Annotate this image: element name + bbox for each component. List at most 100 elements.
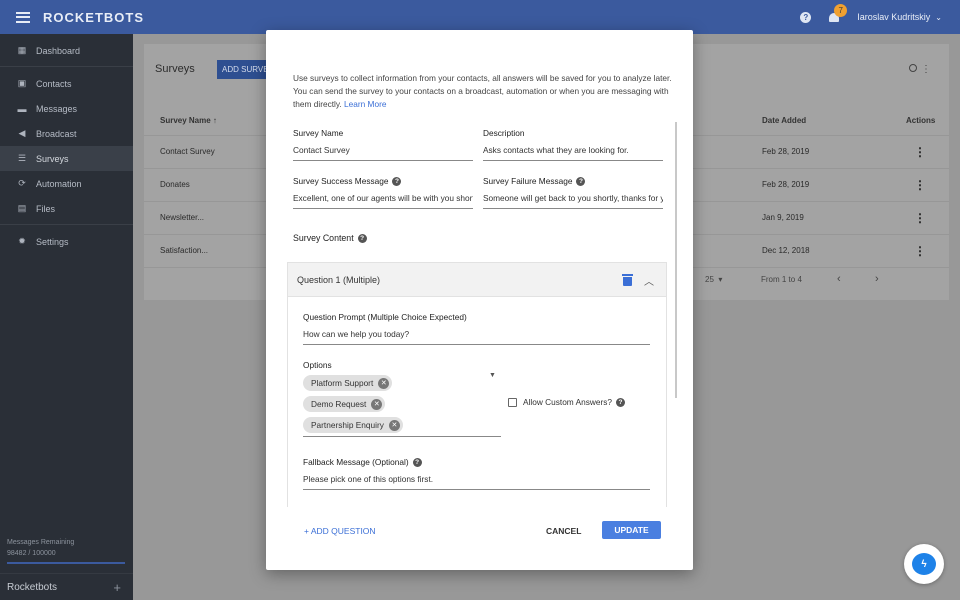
row-actions-icon[interactable]: ⋮: [914, 244, 926, 258]
remaining-label: Messages Remaining: [7, 539, 75, 546]
contacts-icon: ▣: [17, 78, 27, 88]
cancel-button[interactable]: CANCEL: [546, 526, 581, 536]
sidebar-item-files[interactable]: ▤ Files: [0, 196, 133, 221]
sidebar-item-label: Surveys: [36, 153, 69, 164]
rows-per-page-value: 25: [705, 275, 714, 284]
messages-icon: ▬: [17, 103, 27, 114]
rows-per-page-select[interactable]: 25 ▾: [705, 275, 722, 284]
success-message-field[interactable]: Survey Success Message? Excellent, one o…: [293, 176, 473, 209]
survey-name-cell: Contact Survey: [160, 147, 215, 156]
sidebar-item-settings[interactable]: ✹ Settings: [0, 229, 133, 254]
option-chip-label: Partnership Enquiry: [311, 420, 384, 430]
column-header-date[interactable]: Date Added: [762, 116, 806, 125]
delete-icon[interactable]: [622, 274, 633, 286]
column-header-actions: Actions: [906, 116, 936, 125]
next-page-icon[interactable]: ›: [875, 273, 879, 285]
allow-custom-answers-checkbox[interactable]: Allow Custom Answers? ?: [508, 397, 625, 407]
options-label: Options: [303, 360, 332, 370]
question-title: Question 1 (Multiple): [297, 274, 381, 285]
help-icon[interactable]: ?: [392, 176, 402, 186]
user-name[interactable]: Iaroslav Kudritskiy: [857, 12, 930, 22]
failure-message-input[interactable]: Someone will get back to you shortly, th…: [483, 193, 663, 209]
question-prompt-label: Question Prompt (Multiple Choice Expecte…: [303, 312, 467, 322]
option-chip[interactable]: Partnership Enquiry ✕: [303, 417, 403, 433]
sidebar-item-dashboard[interactable]: ▦ Dashboard: [0, 38, 133, 63]
help-icon[interactable]: ?: [412, 457, 422, 467]
options-label-wrap: Options: [303, 360, 332, 370]
sidebar-item-broadcast[interactable]: ◀ Broadcast: [0, 121, 133, 146]
files-icon: ▤: [17, 203, 27, 213]
fallback-message-label: Fallback Message (Optional): [303, 457, 409, 467]
option-chip[interactable]: Demo Request ✕: [303, 396, 386, 412]
edit-survey-dialog: Use surveys to collect information from …: [266, 30, 693, 570]
description-field[interactable]: Description Asks contacts what they are …: [483, 128, 663, 161]
menu-icon[interactable]: [16, 11, 30, 23]
remove-chip-icon[interactable]: ✕: [378, 377, 390, 389]
learn-more-link[interactable]: Learn More: [344, 99, 386, 109]
help-icon[interactable]: ?: [576, 176, 586, 186]
update-button[interactable]: UPDATE: [602, 521, 661, 539]
description-input[interactable]: Asks contacts what they are looking for.: [483, 145, 663, 161]
broadcast-icon: ◀: [18, 128, 26, 138]
more-options-icon[interactable]: ⋮: [921, 64, 931, 75]
dialog-intro: Use surveys to collect information from …: [293, 72, 673, 111]
workspace-switcher[interactable]: Rocketbots +: [0, 573, 133, 600]
settings-icon: ✹: [18, 236, 26, 246]
help-icon[interactable]: ?: [616, 397, 625, 407]
sidebar-item-contacts[interactable]: ▣ Contacts: [0, 71, 133, 96]
question-prompt-input[interactable]: How can we help you today?: [303, 329, 650, 345]
messenger-chat-button[interactable]: ϟ: [904, 544, 944, 584]
dashboard-icon: ▦: [17, 45, 27, 55]
chevron-down-icon[interactable]: ⌄: [935, 13, 942, 22]
allow-custom-answers-label: Allow Custom Answers?: [523, 397, 612, 407]
date-cell: Feb 28, 2019: [762, 180, 810, 189]
fallback-message-input[interactable]: Please pick one of this options first.: [303, 474, 650, 490]
survey-name-label: Survey Name: [293, 128, 344, 138]
help-icon[interactable]: ?: [357, 233, 367, 243]
sidebar-item-label: Broadcast: [36, 128, 77, 139]
remove-chip-icon[interactable]: ✕: [388, 419, 400, 431]
prev-page-icon[interactable]: ‹: [837, 273, 841, 285]
sidebar-item-surveys[interactable]: ☰ Surveys: [0, 146, 133, 171]
survey-name-input[interactable]: Contact Survey: [293, 145, 473, 161]
sidebar-item-label: Automation: [36, 178, 82, 189]
sidebar-item-messages[interactable]: ▬ Messages: [0, 96, 133, 121]
date-cell: Jan 9, 2019: [762, 213, 804, 222]
notifications-bell-icon[interactable]: 7: [828, 4, 848, 23]
row-actions-icon[interactable]: ⋮: [914, 145, 926, 159]
question-header[interactable]: Question 1 (Multiple) ︿: [288, 263, 666, 297]
row-actions-icon[interactable]: ⋮: [914, 211, 926, 225]
sidebar-item-automation[interactable]: ⟳ Automation: [0, 171, 133, 196]
add-question-button[interactable]: + ADD QUESTION: [304, 526, 376, 536]
sidebar-item-label: Contacts: [36, 78, 72, 89]
checkbox-icon[interactable]: [508, 397, 517, 407]
help-icon[interactable]: ?: [800, 11, 812, 23]
row-actions-icon[interactable]: ⋮: [914, 178, 926, 192]
failure-message-label: Survey Failure Message: [483, 176, 573, 186]
sidebar-item-label: Files: [36, 203, 56, 214]
brand-logo: ROCKETBOTS: [43, 9, 144, 25]
dialog-scrollbar[interactable]: [675, 122, 677, 398]
survey-content-label: Survey Content: [293, 233, 354, 243]
survey-name-cell: Newsletter...: [160, 213, 205, 222]
options-select[interactable]: Platform Support ✕ Demo Request ✕ Partne…: [303, 375, 501, 437]
fallback-message-field[interactable]: Fallback Message (Optional)? Please pick…: [303, 457, 650, 490]
question-panel: Question 1 (Multiple) ︿ Question Prompt …: [287, 262, 667, 507]
column-header-name[interactable]: Survey Name ↑: [160, 116, 217, 125]
chevron-up-icon[interactable]: ︿: [644, 273, 654, 288]
top-bar: ROCKETBOTS ? 7 Iaroslav Kudritskiy ⌄: [0, 0, 960, 34]
failure-message-field[interactable]: Survey Failure Message? Someone will get…: [483, 176, 663, 209]
question-prompt-field[interactable]: Question Prompt (Multiple Choice Expecte…: [303, 312, 650, 345]
search-icon[interactable]: [909, 64, 917, 72]
add-workspace-icon[interactable]: +: [113, 580, 121, 595]
survey-content-heading: Survey Content?: [293, 233, 367, 243]
survey-name-field[interactable]: Survey Name Contact Survey: [293, 128, 473, 161]
pagination-range: From 1 to 4: [761, 275, 802, 284]
success-message-label: Survey Success Message: [293, 176, 389, 186]
option-chip-label: Platform Support: [311, 378, 374, 388]
sidebar: ▦ Dashboard ▣ Contacts ▬ Messages ◀ Broa…: [0, 34, 133, 600]
option-chip[interactable]: Platform Support ✕: [303, 375, 393, 391]
remove-chip-icon[interactable]: ✕: [371, 398, 383, 410]
dropdown-caret-icon[interactable]: ▼: [489, 372, 496, 379]
success-message-input[interactable]: Excellent, one of our agents will be wit…: [293, 193, 473, 209]
